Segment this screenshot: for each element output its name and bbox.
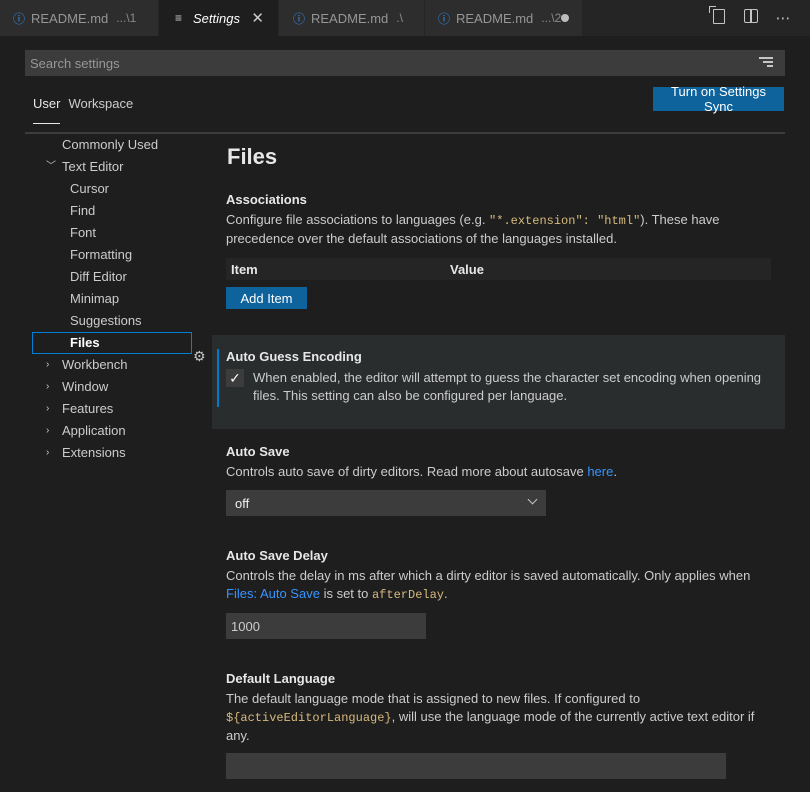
setting-desc-auto-guess-encoding: When enabled, the editor will attempt to…: [253, 369, 783, 405]
focus-indicator-bar: [217, 349, 219, 407]
desc-text: ). These have: [640, 212, 720, 227]
setting-title-auto-save: Auto Save: [226, 444, 290, 459]
desc-text: .: [613, 464, 617, 479]
code-snippet: ${activeEditorLanguage}: [226, 711, 392, 725]
tab-workspace[interactable]: Workspace: [68, 88, 141, 118]
toc-item-suggestions[interactable]: Suggestions: [70, 310, 142, 332]
info-icon: ⓘ: [438, 11, 451, 26]
editor-tab-bar: ⓘ README.md ...\1 ≡ Settings ✕ ⓘ README.…: [0, 0, 810, 36]
chevron-down-icon: [527, 494, 538, 505]
open-settings-json-icon[interactable]: [709, 5, 728, 28]
toc-item-commonly-used[interactable]: Commonly Used: [62, 134, 158, 156]
toc-item-minimap[interactable]: Minimap: [70, 288, 119, 310]
desc-text: precedence over the default associations…: [226, 231, 617, 246]
chevron-down-icon: ﹀: [46, 161, 56, 172]
desc-text: is set to: [319, 586, 372, 601]
code-snippet: afterDelay: [371, 588, 444, 602]
settings-scope-tabs: User Workspace: [25, 88, 141, 124]
tab-settings[interactable]: ≡ Settings ✕: [159, 0, 279, 36]
check-icon: ✓: [229, 370, 241, 386]
toc-item-features[interactable]: › Features: [46, 398, 114, 420]
auto-save-delay-input[interactable]: [226, 613, 426, 639]
code-snippet: "*.extension": "html": [489, 214, 641, 228]
toc-item-label: Features: [62, 401, 114, 416]
toc-item-cursor[interactable]: Cursor: [70, 178, 109, 200]
toc-item-window[interactable]: › Window: [46, 376, 109, 398]
setting-title-auto-guess-encoding: Auto Guess Encoding: [226, 349, 362, 364]
gear-icon[interactable]: ⚙: [193, 349, 208, 364]
files-auto-save-link[interactable]: Files: Auto Save: [226, 586, 320, 601]
desc-text: When enabled, the editor will attempt to…: [253, 370, 762, 385]
setting-title-auto-save-delay: Auto Save Delay: [226, 548, 328, 563]
chevron-right-icon: ›: [46, 359, 50, 370]
info-icon: ⓘ: [13, 11, 26, 26]
tab-label: README.md: [31, 10, 109, 26]
default-language-input[interactable]: [226, 753, 726, 779]
tab-label: README.md: [311, 10, 389, 26]
select-value: off: [235, 495, 250, 511]
tab-readme-2[interactable]: ⓘ README.md ...\2: [425, 0, 583, 36]
filter-icon[interactable]: [759, 57, 773, 69]
chevron-right-icon: ›: [46, 381, 50, 392]
tab-readme-root[interactable]: ⓘ README.md .\: [279, 0, 425, 36]
autosave-here-link[interactable]: here: [587, 464, 613, 479]
more-actions-icon[interactable]: ⋯: [774, 9, 792, 27]
desc-text: The default language mode that is assign…: [226, 691, 641, 706]
toc-item-font[interactable]: Font: [70, 222, 96, 244]
toc-item-label: Workbench: [62, 357, 128, 372]
toc-item-label: Text Editor: [62, 159, 124, 174]
toc-item-extensions[interactable]: › Extensions: [46, 442, 126, 464]
setting-desc-auto-save-delay: Controls the delay in ms after which a d…: [226, 567, 786, 604]
desc-text: .: [444, 586, 448, 601]
setting-desc-associations: Configure file associations to languages…: [226, 211, 786, 248]
auto-save-select[interactable]: off: [226, 490, 546, 516]
toc-item-workbench[interactable]: › Workbench: [46, 354, 128, 376]
chevron-right-icon: ›: [46, 403, 50, 414]
toc-item-label: Window: [62, 379, 109, 394]
tab-label: README.md: [456, 10, 534, 26]
editor-actions: ⋯: [709, 0, 810, 36]
desc-text: Controls the delay in ms after which a d…: [226, 568, 751, 583]
chevron-right-icon: ›: [46, 447, 50, 458]
tab-user[interactable]: User: [25, 88, 68, 124]
toc-item-diff-editor[interactable]: Diff Editor: [70, 266, 127, 288]
setting-desc-default-language: The default language mode that is assign…: [226, 690, 786, 745]
desc-text: Configure file associations to languages…: [226, 212, 490, 227]
column-header-item: Item: [231, 262, 258, 277]
auto-guess-encoding-checkbox[interactable]: ✓: [226, 369, 244, 387]
toc-item-application[interactable]: › Application: [46, 420, 126, 442]
tab-description: ...\1: [116, 11, 137, 25]
search-input[interactable]: [25, 54, 732, 72]
info-icon: ⓘ: [293, 11, 306, 26]
setting-title-associations: Associations: [226, 192, 307, 207]
tab-readme-1[interactable]: ⓘ README.md ...\1: [0, 0, 159, 36]
menu-icon: ≡: [175, 11, 183, 25]
toc-item-label: Extensions: [62, 445, 126, 460]
toc-item-formatting[interactable]: Formatting: [70, 244, 132, 266]
setting-title-default-language: Default Language: [226, 671, 336, 686]
tab-description: .\: [396, 11, 403, 25]
desc-text: , will use the language mode of the curr…: [391, 709, 755, 724]
page-title: Files: [227, 144, 278, 169]
column-header-value: Value: [450, 262, 484, 277]
desc-text: files. This setting can also be configur…: [253, 388, 568, 403]
add-item-button[interactable]: Add Item: [226, 287, 307, 309]
chevron-right-icon: ›: [46, 425, 50, 436]
tab-label: Settings: [193, 10, 240, 26]
toc-item-label: Application: [62, 423, 126, 438]
desc-text: any.: [226, 728, 250, 743]
desc-text: Controls auto save of dirty editors. Rea…: [226, 464, 588, 479]
dirty-indicator-icon[interactable]: [561, 14, 569, 22]
split-editor-icon[interactable]: [742, 9, 760, 27]
close-icon[interactable]: ✕: [251, 9, 264, 27]
toc-selection-outline: [32, 332, 192, 354]
toc-item-find[interactable]: Find: [70, 200, 95, 222]
search-settings-box: [25, 50, 785, 76]
associations-table-header: Item Value: [226, 258, 771, 280]
turn-on-settings-sync-button[interactable]: Turn on Settings Sync: [653, 84, 784, 114]
tab-description: ...\2: [541, 11, 562, 25]
toc-item-text-editor[interactable]: ﹀ Text Editor: [46, 156, 124, 178]
setting-desc-auto-save: Controls auto save of dirty editors. Rea…: [226, 463, 786, 481]
